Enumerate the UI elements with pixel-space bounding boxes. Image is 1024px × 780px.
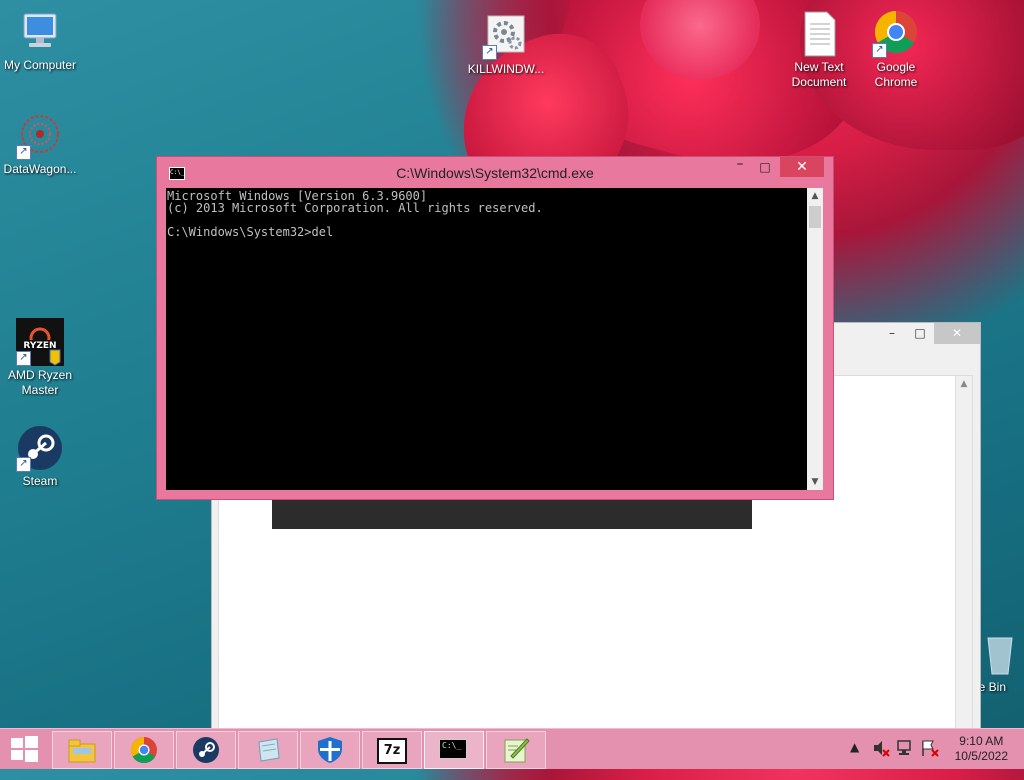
taskbar-chrome[interactable] (114, 731, 174, 769)
console-text: Microsoft Windows [Version 6.3.9600] (c)… (167, 189, 543, 239)
scroll-up-icon[interactable]: ▲ (956, 376, 972, 392)
notepad-icon (253, 736, 283, 764)
close-button[interactable]: ✕ (934, 323, 980, 344)
taskbar-notepad[interactable] (238, 731, 298, 769)
desktop-icon-label: Google Chrome (874, 60, 918, 89)
steam-icon: ↗ (16, 424, 64, 472)
minimize-button[interactable]: – (878, 323, 906, 344)
desktop-icon-label: New Text Document (791, 60, 847, 89)
taskbar-7zip[interactable]: 7z (362, 731, 422, 769)
clock-date: 10/5/2022 (954, 749, 1008, 763)
dark-panel (272, 496, 752, 529)
maximize-button[interactable]: □ (754, 157, 776, 177)
console-scrollbar[interactable]: ▲ ▼ (807, 188, 823, 490)
cmd-icon: C:\_ (439, 739, 467, 759)
maximize-button[interactable]: □ (906, 323, 934, 344)
desktop-icon-new-text-document[interactable]: New Text Document (779, 10, 859, 90)
taskbar-steam[interactable] (176, 731, 236, 769)
settings-gear-icon: ↗ (482, 12, 530, 60)
7zip-icon: 7z (377, 738, 407, 764)
network-icon[interactable] (896, 739, 916, 779)
scroll-up-icon[interactable]: ▲ (807, 188, 823, 204)
desktop-icon-my-computer[interactable]: My Computer (0, 8, 80, 73)
shortcut-arrow-icon: ↗ (872, 43, 887, 58)
cmd-titlebar[interactable]: C:\_ C:\Windows\System32\cmd.exe – □ ✕ (157, 157, 833, 188)
chrome-icon (129, 736, 159, 764)
window-controls: – □ ✕ (878, 323, 980, 344)
computer-icon (16, 8, 64, 56)
scroll-down-icon[interactable]: ▼ (807, 474, 823, 490)
clock-time: 9:10 AM (959, 734, 1004, 748)
scroll-thumb[interactable] (809, 206, 821, 228)
taskbar-notepadpp[interactable] (486, 731, 546, 769)
chrome-icon: ↗ (872, 10, 920, 58)
recycle-bin-icon (976, 632, 1016, 680)
clock[interactable]: 9:10 AM 10/5/2022 (955, 734, 1008, 774)
notepadpp-icon (501, 736, 531, 764)
shortcut-arrow-icon: ↗ (16, 351, 31, 366)
shortcut-arrow-icon: ↗ (16, 145, 31, 160)
taskbar-cmd[interactable]: C:\_ (424, 731, 484, 769)
file-explorer-icon (67, 736, 97, 764)
taskbar-file-explorer[interactable] (52, 731, 112, 769)
defender-icon (315, 736, 345, 764)
close-button[interactable]: ✕ (780, 157, 824, 177)
steam-icon (191, 736, 221, 764)
minimize-button[interactable]: – (729, 157, 751, 177)
console-output[interactable]: Microsoft Windows [Version 6.3.9600] (c)… (166, 188, 807, 490)
taskbar: 7z C:\_ ▲ 9:10 AM 10/5/2022 (0, 728, 1024, 769)
text-document-icon (795, 10, 843, 58)
desktop-icon-datawagon[interactable]: ↗ DataWagon... (0, 112, 80, 177)
cmd-window[interactable]: C:\_ C:\Windows\System32\cmd.exe – □ ✕ M… (156, 156, 834, 500)
ryzen-icon: RYZEN ↗ (16, 318, 64, 366)
vertical-scrollbar[interactable]: ▲ (955, 376, 972, 732)
show-hidden-icons-button[interactable]: ▲ (850, 740, 859, 780)
desktop-icon-label: Steam (22, 474, 58, 488)
shortcut-arrow-icon: ↗ (482, 45, 497, 60)
volume-muted-icon[interactable] (872, 739, 890, 779)
desktop-icon-amd-ryzen-master[interactable]: RYZEN ↗ AMD Ryzen Master (0, 318, 80, 398)
taskbar-defender[interactable] (300, 731, 360, 769)
desktop-icon-label: DataWagon... (3, 162, 77, 176)
start-button[interactable] (9, 736, 39, 762)
desktop-icon-steam[interactable]: ↗ Steam (0, 424, 80, 489)
shortcut-arrow-icon: ↗ (16, 457, 31, 472)
desktop-icon-google-chrome[interactable]: ↗ Google Chrome (856, 10, 936, 90)
desktop-icon-label: My Computer (3, 58, 77, 72)
action-center-flag-icon[interactable] (920, 739, 940, 779)
datawagon-icon: ↗ (16, 112, 64, 160)
desktop-icon-label: AMD Ryzen Master (7, 368, 72, 397)
desktop-icon-killwindows[interactable]: ↗ KILLWINDW... (466, 12, 546, 77)
desktop-icon-label: KILLWINDW... (467, 62, 545, 76)
